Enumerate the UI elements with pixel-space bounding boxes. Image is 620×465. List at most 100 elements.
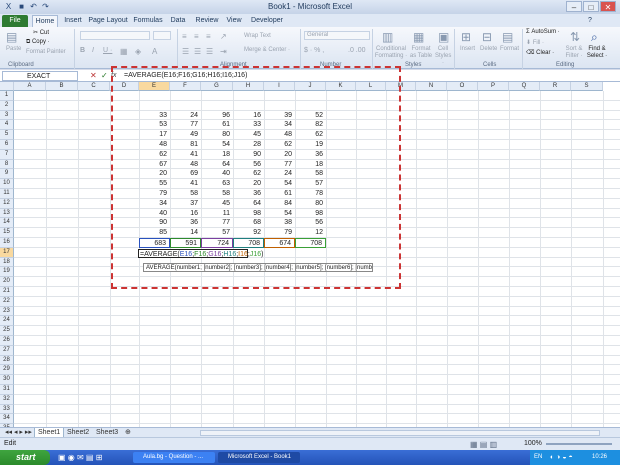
column-header[interactable]: O <box>447 82 478 91</box>
help-icon[interactable]: ? <box>585 15 595 27</box>
row-header[interactable]: 34 <box>0 414 14 425</box>
zoom-level[interactable]: 100% <box>524 440 542 447</box>
tab-formulas[interactable]: Formulas <box>132 15 164 27</box>
row-header[interactable]: 7 <box>0 149 14 160</box>
copy-button[interactable]: ⧉ Copy · <box>26 39 50 46</box>
fill-button[interactable]: ⬇ Fill · <box>526 39 544 46</box>
align-middle-icon[interactable]: ≡ <box>194 32 199 41</box>
row-header[interactable]: 4 <box>0 120 14 131</box>
row-header[interactable]: 18 <box>0 257 14 268</box>
select-all-corner[interactable] <box>0 82 14 91</box>
zoom-slider[interactable] <box>546 443 612 445</box>
row-header[interactable]: 2 <box>0 100 14 111</box>
insert-cells-button[interactable]: Insert <box>460 46 475 52</box>
autosum-button[interactable]: Σ AutoSum · <box>526 29 560 35</box>
format-cells-button[interactable]: Format <box>500 46 519 52</box>
row-header[interactable]: 29 <box>0 365 14 376</box>
align-center-icon[interactable]: ☰ <box>194 47 201 56</box>
tab-file[interactable]: File <box>2 15 28 27</box>
maximize-button[interactable]: □ <box>583 1 599 12</box>
row-header[interactable]: 27 <box>0 345 14 356</box>
language-indicator[interactable]: EN <box>534 450 542 465</box>
format-as-table-icon[interactable]: ▦ <box>413 30 424 44</box>
borders-icon[interactable]: ▦ <box>120 47 128 56</box>
find-select-button[interactable]: Find & Select · <box>585 46 609 60</box>
row-header[interactable]: 10 <box>0 179 14 189</box>
row-header[interactable]: 33 <box>0 404 14 415</box>
fill-color-icon[interactable]: ◈ <box>135 47 141 56</box>
row-header[interactable]: 22 <box>0 296 14 307</box>
horizontal-scrollbar[interactable] <box>200 430 600 436</box>
start-button[interactable]: start <box>0 450 50 465</box>
insert-cells-icon[interactable]: ⊞ <box>461 30 471 44</box>
tab-page-layout[interactable]: Page Layout <box>88 15 128 27</box>
align-left-icon[interactable]: ☰ <box>182 47 189 56</box>
tray-icons[interactable]: ◐ ◑ ◒ ◓ <box>550 450 573 465</box>
decimal-icon[interactable]: .0 .00 <box>348 47 366 54</box>
format-cells-icon[interactable]: ▤ <box>502 30 513 44</box>
row-header[interactable]: 26 <box>0 336 14 346</box>
underline-button[interactable]: U · <box>103 47 112 54</box>
row-header[interactable]: 23 <box>0 306 14 317</box>
row-header[interactable]: 8 <box>0 159 14 170</box>
row-header[interactable]: 32 <box>0 394 14 405</box>
tab-review[interactable]: Review <box>193 15 221 27</box>
paste-button[interactable]: Paste <box>6 46 21 52</box>
tab-insert[interactable]: Insert <box>62 15 84 27</box>
paste-icon[interactable]: ▤ <box>6 30 17 44</box>
find-select-icon[interactable]: ⌕ <box>591 30 598 45</box>
row-header[interactable]: 1 <box>0 91 14 101</box>
row-header[interactable]: 24 <box>0 316 14 327</box>
tab-home[interactable]: Home <box>32 15 58 27</box>
indent-icon[interactable]: ⇥ <box>220 47 227 56</box>
column-header[interactable]: B <box>46 82 78 91</box>
align-bottom-icon[interactable]: ≡ <box>206 32 211 41</box>
row-header[interactable]: 25 <box>0 326 14 336</box>
row-header[interactable]: 12 <box>0 198 14 209</box>
row-header[interactable]: 13 <box>0 208 14 219</box>
cut-button[interactable]: ✂ Cut <box>33 29 49 36</box>
cell-styles-button[interactable]: Cell Styles · <box>435 46 451 67</box>
row-header[interactable]: 17 <box>0 247 14 258</box>
delete-cells-icon[interactable]: ⊟ <box>482 30 492 44</box>
align-top-icon[interactable]: ≡ <box>182 32 187 41</box>
column-header[interactable]: P <box>478 82 509 91</box>
row-header[interactable]: 28 <box>0 355 14 366</box>
font-name-dropdown[interactable] <box>80 31 150 40</box>
taskbar-button-browser[interactable]: Aula.bg - Question - ... <box>133 452 215 463</box>
close-button[interactable]: ✕ <box>600 1 616 12</box>
column-header[interactable]: S <box>571 82 603 91</box>
cell-styles-icon[interactable]: ▣ <box>438 30 449 44</box>
row-header[interactable]: 14 <box>0 218 14 229</box>
format-painter-button[interactable]: Format Painter <box>26 49 66 55</box>
name-box[interactable]: EXACT <box>2 71 78 81</box>
tab-data[interactable]: Data <box>168 15 188 27</box>
row-header[interactable]: 20 <box>0 277 14 287</box>
column-header[interactable]: N <box>416 82 447 91</box>
row-header[interactable]: 15 <box>0 228 14 238</box>
tab-view[interactable]: View <box>224 15 244 27</box>
column-header[interactable]: A <box>14 82 46 91</box>
enter-icon[interactable]: ✓ <box>101 71 108 81</box>
delete-cells-button[interactable]: Delete <box>480 46 497 52</box>
column-header[interactable]: C <box>78 82 110 91</box>
orientation-icon[interactable]: ↗ <box>220 32 227 41</box>
merge-center-button[interactable]: Merge & Center · <box>244 47 290 53</box>
row-header[interactable]: 5 <box>0 130 14 140</box>
row-header[interactable]: 9 <box>0 169 14 180</box>
row-header[interactable]: 31 <box>0 385 14 395</box>
conditional-formatting-button[interactable]: Conditional Formatting · <box>374 46 408 60</box>
font-color-icon[interactable]: A <box>152 47 157 56</box>
row-header[interactable]: 16 <box>0 238 14 248</box>
tab-developer[interactable]: Developer <box>249 15 285 27</box>
row-header[interactable]: 21 <box>0 287 14 297</box>
row-header[interactable]: 11 <box>0 189 14 199</box>
currency-icon[interactable]: $ · % , <box>304 47 324 54</box>
italic-button[interactable]: I <box>92 47 94 54</box>
number-format-dropdown[interactable]: General <box>304 31 370 40</box>
conditional-formatting-icon[interactable]: ▥ <box>382 30 393 44</box>
row-header[interactable]: 30 <box>0 375 14 385</box>
taskbar-button-excel[interactable]: Microsoft Excel - Book1 <box>218 452 300 463</box>
clear-button[interactable]: ⌫ Clear · <box>526 49 554 56</box>
row-header[interactable]: 3 <box>0 110 14 121</box>
